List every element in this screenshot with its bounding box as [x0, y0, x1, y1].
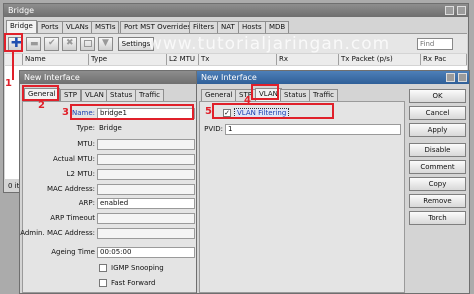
comment-button[interactable]	[80, 37, 95, 51]
find-input[interactable]	[417, 38, 453, 50]
copy-button[interactable]: Copy	[409, 177, 466, 191]
annotation-line-1	[12, 52, 14, 80]
vlan-window-title-bar: New Interface	[197, 71, 469, 84]
tab-mstis[interactable]: MSTIs	[91, 21, 120, 33]
watermark: www.tutorialjaringan.com	[148, 34, 391, 54]
vlan-window-tab-status[interactable]: Status	[280, 89, 311, 101]
tab-traffic[interactable]: Traffic	[135, 89, 165, 101]
enable-button[interactable]: ✔	[44, 37, 59, 51]
apply-button[interactable]: Apply	[409, 123, 466, 137]
actual-mtu-field	[97, 154, 195, 165]
vlan-window-tab-traffic[interactable]: Traffic	[309, 89, 339, 101]
ageing-time-input[interactable]: 00:05:00	[97, 247, 195, 258]
annotation-number-2: 2	[38, 100, 45, 111]
igmp-snooping-label: IGMP Snooping	[111, 264, 164, 272]
fast-forward-label: Fast Forward	[111, 279, 156, 287]
disable-button[interactable]: ✖	[62, 37, 77, 51]
bridge-title: Bridge	[8, 6, 35, 15]
mac-address-field	[97, 184, 195, 195]
tab-filters[interactable]: Filters	[189, 21, 218, 33]
igmp-snooping-checkbox[interactable]	[99, 264, 107, 272]
col-header-l2mtu[interactable]: L2 MTU	[167, 54, 199, 65]
mtu-input[interactable]	[97, 139, 195, 150]
annotation-number-3: 3	[62, 107, 69, 118]
col-header-name[interactable]: Name	[23, 54, 89, 65]
ageing-time-label: Ageing Time	[51, 248, 95, 256]
tab-mdb[interactable]: MDB	[265, 21, 290, 33]
arp-timeout-label: ARP Timeout	[50, 214, 95, 222]
col-header-tx[interactable]: Tx	[199, 54, 277, 65]
pvid-input[interactable]: 1	[225, 124, 401, 135]
admin-mac-label: Admin. MAC Address:	[20, 229, 95, 237]
type-value: Bridge	[99, 124, 122, 132]
mac-address-label: MAC Address:	[46, 185, 95, 193]
cancel-button[interactable]: Cancel	[409, 106, 466, 120]
general-window-title: New Interface	[24, 73, 80, 82]
l2mtu-field	[97, 169, 195, 180]
tab-stp[interactable]: STP	[60, 89, 81, 101]
annotation-number-5: 5	[205, 106, 212, 117]
tab-nat[interactable]: NAT	[217, 21, 239, 33]
annotation-box-name	[70, 104, 194, 120]
cross-icon: ✖	[66, 38, 74, 48]
disable-button-side[interactable]: Disable	[409, 143, 466, 157]
col-header-rx[interactable]: Rx	[277, 54, 339, 65]
arp-select[interactable]: enabled	[97, 198, 195, 209]
annotation-box-vlan-tab	[251, 84, 279, 100]
comment-icon	[84, 40, 92, 47]
remove-button[interactable]: ▬	[26, 37, 41, 51]
vlan-window-close-button[interactable]	[458, 73, 467, 82]
tab-port-mst-overrides[interactable]: Port MST Overrides	[120, 21, 196, 33]
type-label: Type:	[76, 124, 95, 132]
col-header-type[interactable]: Type	[89, 54, 167, 65]
minus-icon: ▬	[30, 39, 39, 49]
bridge-restore-button[interactable]	[445, 6, 454, 15]
vlan-window-title: New Interface	[201, 73, 257, 82]
tab-bridge[interactable]: Bridge	[6, 20, 37, 33]
tab-ports[interactable]: Ports	[37, 21, 63, 33]
col-header-tx-packet[interactable]: Tx Packet (p/s)	[339, 54, 421, 65]
remove-button-side[interactable]: Remove	[409, 194, 466, 208]
tab-vlan[interactable]: VLAN	[81, 89, 108, 101]
bridge-title-bar: Bridge	[4, 4, 468, 17]
torch-button[interactable]: Torch	[409, 211, 466, 225]
comment-button-side[interactable]: Comment	[409, 160, 466, 174]
mtu-label: MTU:	[77, 140, 95, 148]
vlan-window-tab-general[interactable]: General	[201, 89, 237, 101]
annotation-box-add	[4, 33, 23, 52]
fast-forward-checkbox[interactable]	[99, 279, 107, 287]
arp-label: ARP:	[78, 199, 95, 207]
admin-mac-input[interactable]	[97, 228, 195, 239]
general-window-title-bar: New Interface	[20, 71, 202, 84]
bridge-close-button[interactable]	[457, 6, 466, 15]
vlan-window-restore-button[interactable]	[446, 73, 455, 82]
tab-hosts[interactable]: Hosts	[238, 21, 266, 33]
tab-status[interactable]: Status	[106, 89, 137, 101]
pvid-label: PVID:	[204, 125, 223, 133]
annotation-box-general-tab	[22, 85, 59, 101]
filter-button[interactable]: ▼	[98, 37, 113, 51]
col-header-rx-packet[interactable]: Rx Pac	[421, 54, 467, 65]
arp-timeout-input[interactable]	[97, 213, 195, 224]
tab-vlans[interactable]: VLANs	[62, 21, 93, 33]
check-icon: ✔	[48, 38, 56, 48]
actual-mtu-label: Actual MTU:	[53, 155, 95, 163]
ok-button[interactable]: OK	[409, 89, 466, 103]
filter-icon: ▼	[102, 38, 109, 48]
l2mtu-label: L2 MTU:	[66, 170, 95, 178]
annotation-box-vlan-filtering	[212, 103, 334, 119]
annotation-number-1: 1	[5, 78, 12, 89]
bridge-table-header: Name Type L2 MTU Tx Rx Tx Packet (p/s) R…	[5, 54, 467, 65]
col-header-blank	[5, 54, 23, 65]
